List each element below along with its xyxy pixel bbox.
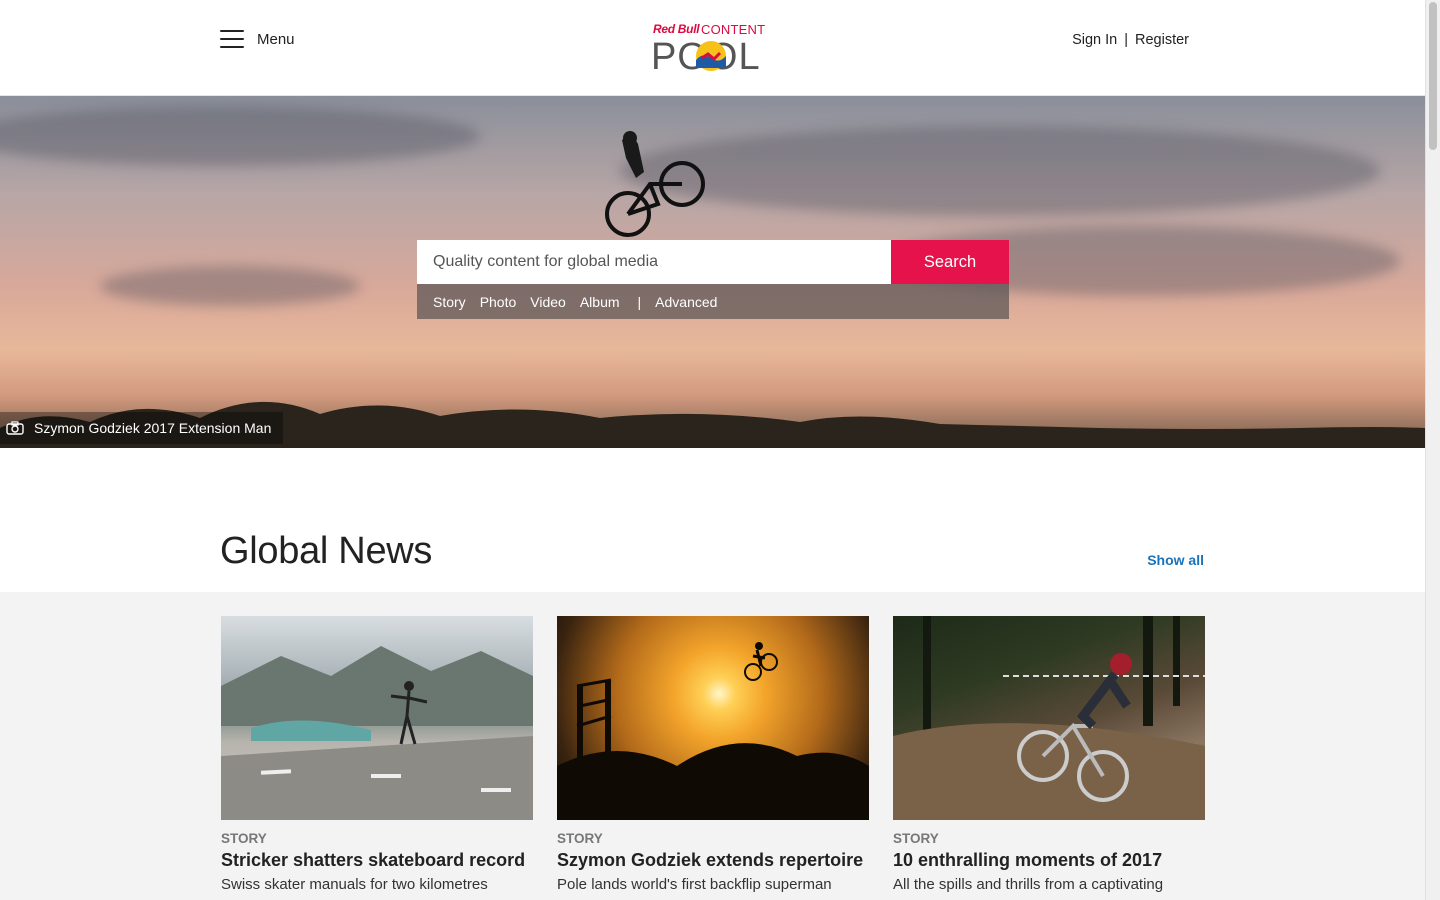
- site-header: Menu Red Bull CONTENT POOL Sign In | Reg…: [0, 0, 1425, 96]
- hero-caption[interactable]: Szymon Godziek 2017 Extension Man: [0, 412, 284, 444]
- global-news-header: Global News Show all: [0, 448, 1425, 592]
- news-card-title: 10 enthralling moments of 2017: [893, 850, 1163, 870]
- scrollbar-thumb[interactable]: [1429, 2, 1437, 150]
- menu-label: Menu: [257, 30, 295, 48]
- menu-button[interactable]: Menu: [220, 30, 295, 48]
- news-card[interactable]: STORY 10 enthralling moments of 2017 All…: [893, 616, 1205, 893]
- sign-in-link[interactable]: Sign In: [1072, 32, 1117, 48]
- hamburger-icon: [220, 30, 244, 48]
- logo-sun-icon: [696, 41, 726, 71]
- news-card[interactable]: STORY Szymon Godziek extends repertoire …: [557, 616, 869, 893]
- auth-links: Sign In | Register: [1072, 32, 1189, 48]
- news-card-subtitle: Pole lands world's first backflip superm…: [557, 876, 832, 893]
- auth-separator: |: [1124, 32, 1128, 48]
- section-title: Global News: [220, 530, 433, 572]
- logo-content-text: CONTENT: [701, 22, 766, 37]
- filter-story[interactable]: Story: [433, 294, 466, 310]
- camera-icon: [6, 421, 24, 435]
- show-all-link[interactable]: Show all: [1147, 552, 1204, 568]
- news-card-image: [557, 616, 869, 820]
- red-bull-content-pool-logo[interactable]: Red Bull CONTENT POOL: [651, 20, 775, 76]
- advanced-search-link[interactable]: Advanced: [655, 294, 717, 310]
- news-card-type: STORY: [557, 831, 603, 846]
- search-button[interactable]: Search: [891, 240, 1009, 284]
- news-card-image: [893, 616, 1205, 820]
- news-card-title: Szymon Godziek extends repertoire: [557, 850, 864, 870]
- filter-photo[interactable]: Photo: [480, 294, 517, 310]
- search-input[interactable]: [417, 240, 891, 284]
- filter-divider: |: [637, 293, 642, 310]
- hero-banner: Search Story Photo Video Album | Advance…: [0, 96, 1425, 448]
- search-filter-bar: Story Photo Video Album | Advanced: [417, 284, 1009, 319]
- search-panel: Search Story Photo Video Album | Advance…: [417, 240, 1009, 319]
- news-card-subtitle: All the spills and thrills from a captiv…: [893, 876, 1164, 893]
- news-card[interactable]: STORY Stricker shatters skateboard recor…: [221, 616, 533, 893]
- rider-silhouette-image: [605, 131, 705, 237]
- filter-album[interactable]: Album: [580, 294, 620, 310]
- news-card-title: Stricker shatters skateboard record: [221, 850, 526, 870]
- global-news-list: STORY Stricker shatters skateboard recor…: [0, 592, 1425, 900]
- news-card-type: STORY: [893, 831, 939, 846]
- news-card-type: STORY: [221, 831, 267, 846]
- filter-video[interactable]: Video: [530, 294, 566, 310]
- hero-caption-text: Szymon Godziek 2017 Extension Man: [34, 420, 272, 436]
- register-link[interactable]: Register: [1135, 32, 1189, 48]
- page-scrollbar[interactable]: [1425, 0, 1440, 900]
- news-card-image: [221, 616, 533, 820]
- logo-brand-text: Red Bull: [653, 22, 700, 36]
- news-card-subtitle: Swiss skater manuals for two kilometres: [221, 876, 488, 893]
